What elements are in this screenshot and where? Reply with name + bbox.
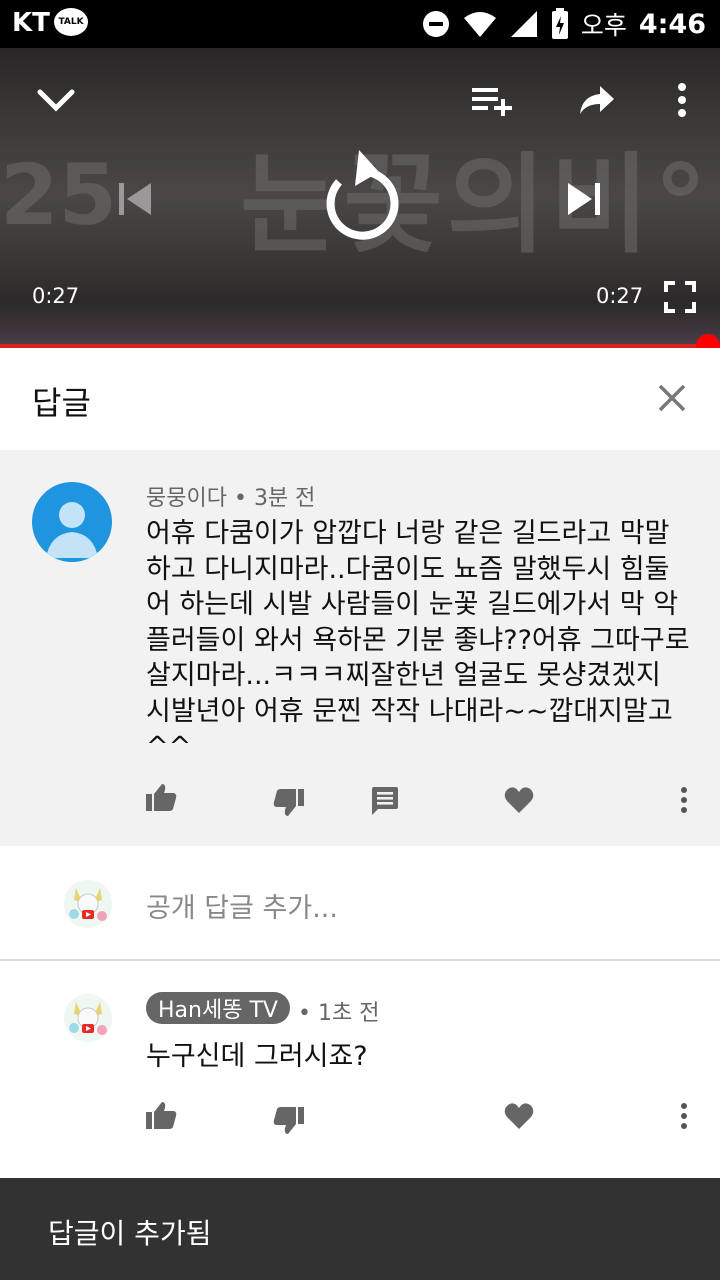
heart-icon: [504, 1103, 534, 1129]
fullscreen-button[interactable]: [660, 278, 700, 316]
avatar[interactable]: [32, 482, 112, 562]
previous-icon: [119, 183, 151, 215]
elapsed-time: 0:27: [32, 284, 80, 308]
reply-like-button[interactable]: [140, 1094, 182, 1136]
video-frame-glow: [0, 302, 720, 344]
share-button[interactable]: [574, 78, 620, 122]
own-avatar[interactable]: [64, 880, 112, 928]
replay-button[interactable]: [310, 142, 410, 250]
status-bar: KT TALK 오후 4:46: [0, 0, 720, 48]
battery-icon: [551, 8, 568, 39]
channel-avatar-icon: [64, 880, 112, 928]
reply-heart-button[interactable]: [498, 1096, 540, 1136]
heart-icon: [504, 787, 534, 813]
comment-icon: [372, 787, 398, 815]
more-options-button[interactable]: [664, 78, 700, 122]
comment-text: 어휴 다쿰이가 압깝다 너랑 같은 길드라고 막말하고 다니지마라..다쿰이도 …: [146, 518, 690, 762]
heart-button[interactable]: [498, 780, 540, 820]
thumbs-up-icon: [146, 784, 177, 811]
minimize-button[interactable]: [30, 78, 82, 122]
comment-more-button[interactable]: [672, 782, 696, 818]
total-time: 0:27: [596, 284, 644, 308]
chevron-down-icon: [37, 89, 75, 112]
add-to-playlist-icon: [472, 88, 512, 116]
reply-time-value: 1초 전: [317, 1001, 380, 1026]
replies-header: 답글: [0, 348, 720, 450]
comment-meta: 뭉뭉이다 • 3분 전: [146, 486, 316, 511]
video-player[interactable]: 25 눈꽃의비° 0:27 0:27: [0, 48, 720, 344]
like-button[interactable]: [140, 776, 182, 818]
thumbs-down-icon: [273, 789, 304, 816]
add-reply-input[interactable]: 공개 답글 추가...: [146, 886, 338, 925]
thumbs-up-icon: [146, 1102, 177, 1129]
reply-time: • 1초 전: [298, 1001, 380, 1026]
add-to-playlist-button[interactable]: [468, 80, 516, 120]
video-frame-number: 25: [0, 146, 117, 244]
reply-author-badge[interactable]: Han세똥 TV: [146, 992, 290, 1024]
default-user-icon: [46, 502, 98, 558]
status-time: 4:46: [638, 8, 706, 40]
next-icon: [568, 183, 600, 215]
comment-time: 3분 전: [253, 486, 316, 511]
reply-button[interactable]: [364, 780, 406, 822]
channel-avatar-icon: [64, 994, 112, 1042]
reply-avatar[interactable]: [64, 994, 112, 1042]
reply-more-button[interactable]: [672, 1098, 696, 1134]
kakaotalk-icon: TALK: [54, 8, 88, 36]
snackbar-message: 답글이 추가됨: [48, 1217, 212, 1250]
status-icons: 오후 4:46: [421, 6, 706, 42]
dislike-button[interactable]: [268, 782, 310, 824]
close-replies-button[interactable]: [650, 376, 694, 420]
do-not-disturb-icon: [422, 11, 449, 37]
reply-text: 누구신데 그러시죠?: [146, 1041, 368, 1072]
signal-icon: [510, 11, 537, 37]
more-vert-icon: [681, 787, 687, 813]
thumbs-down-icon: [273, 1107, 304, 1134]
close-icon: [658, 384, 686, 412]
more-vert-icon: [681, 1103, 687, 1129]
wifi-icon: [463, 12, 496, 37]
share-icon: [580, 86, 614, 114]
comment-author[interactable]: 뭉뭉이다: [146, 486, 227, 511]
replay-icon: [326, 150, 399, 240]
more-vert-icon: [678, 83, 686, 117]
replies-title: 답글: [32, 384, 91, 422]
reply-dislike-button[interactable]: [268, 1100, 310, 1142]
snackbar: 답글이 추가됨: [0, 1178, 720, 1280]
next-button[interactable]: [558, 172, 610, 226]
fullscreen-icon: [664, 281, 696, 313]
divider: [0, 959, 720, 961]
status-ampm: 오후: [580, 11, 627, 40]
previous-button[interactable]: [110, 176, 160, 222]
carrier-label: KT: [12, 8, 50, 38]
